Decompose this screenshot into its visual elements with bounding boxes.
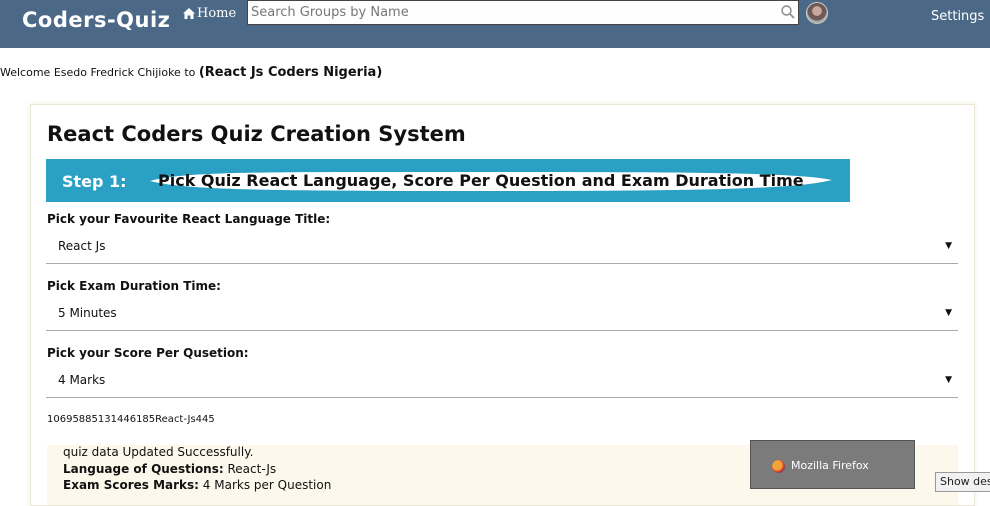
quiz-code: 10695885131446185React-Js445 [47, 414, 215, 425]
language-label: Pick your Favourite React Language Title… [47, 212, 331, 226]
welcome-message: Welcome Esedo Fredrick Chijioke to (Reac… [0, 65, 382, 80]
group-name: (React Js Coders Nigeria) [198, 65, 383, 80]
step-description: Pick Quiz React Language, Score Per Ques… [158, 171, 804, 190]
search-box [247, 0, 799, 25]
score-select[interactable]: 4 Marks ▼ [46, 365, 958, 398]
step-number: Step 1: [62, 172, 127, 191]
search-icon[interactable] [780, 4, 796, 20]
brand-logo[interactable]: Coders-Quiz [22, 8, 170, 32]
duration-select[interactable]: 5 Minutes ▼ [46, 298, 958, 331]
firefox-icon [772, 460, 785, 473]
alert-scores-label: Exam Scores Marks: [63, 478, 199, 492]
home-icon [183, 8, 195, 19]
language-select[interactable]: React Js ▼ [46, 231, 958, 264]
duration-select-value: 5 Minutes [58, 306, 117, 320]
top-navbar: Coders-Quiz Home Settings [0, 0, 990, 48]
alert-language-value: React-Js [223, 462, 277, 476]
duration-label: Pick Exam Duration Time: [47, 279, 221, 293]
alert-language-line: Language of Questions: React-Js [63, 462, 276, 476]
language-select-value: React Js [58, 239, 106, 253]
alert-language-label: Language of Questions: [63, 462, 224, 476]
alert-scores-value: 4 Marks per Question [198, 478, 332, 492]
settings-link[interactable]: Settings [931, 9, 984, 24]
home-link[interactable]: Home [183, 6, 236, 21]
score-select-value: 4 Marks [58, 373, 106, 387]
dropdown-arrow-icon: ▼ [945, 375, 952, 385]
step-banner: Step 1: Pick Quiz React Language, Score … [46, 159, 850, 202]
score-label: Pick your Score Per Qusetion: [47, 346, 249, 360]
search-input[interactable] [248, 1, 781, 24]
avatar[interactable] [806, 2, 828, 24]
home-label: Home [197, 6, 237, 21]
dropdown-arrow-icon: ▼ [945, 241, 952, 251]
alert-message: quiz data Updated Successfully. [63, 445, 254, 459]
firefox-label: Mozilla Firefox [791, 459, 869, 472]
taskbar-firefox-preview[interactable]: Mozilla Firefox [750, 440, 915, 489]
alert-scores-line: Exam Scores Marks: 4 Marks per Question [63, 478, 331, 492]
page-title: React Coders Quiz Creation System [47, 122, 466, 146]
show-desktop-tooltip: Show desktop [935, 472, 990, 492]
welcome-prefix: Welcome Esedo Fredrick Chijioke to [0, 66, 199, 79]
dropdown-arrow-icon: ▼ [945, 308, 952, 318]
